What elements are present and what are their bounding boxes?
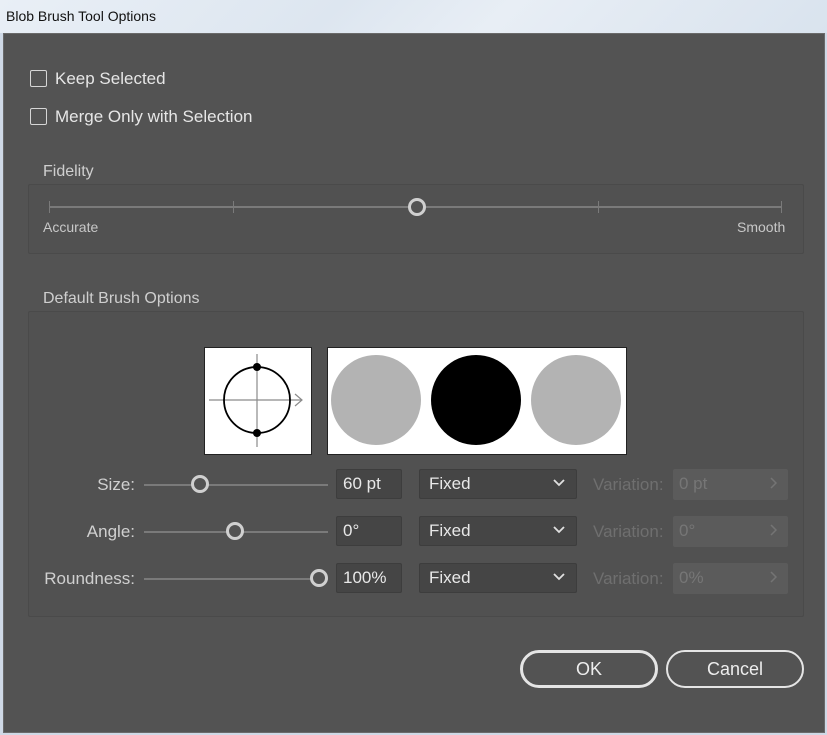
fidelity-tick [598, 201, 599, 213]
keep-selected-checkbox[interactable] [30, 70, 47, 87]
size-variation-label: Variation: [593, 475, 664, 494]
angle-variation-field: 0° [673, 516, 788, 547]
size-slider-track[interactable] [144, 484, 328, 486]
fidelity-tick [233, 201, 234, 213]
brush-max-circle [531, 355, 621, 445]
roundness-label: Roundness: [44, 569, 135, 588]
fidelity-min-label: Accurate [43, 219, 99, 235]
chevron-down-icon [552, 568, 566, 591]
brush-current-circle [431, 355, 521, 445]
size-input[interactable]: 60 pt [336, 469, 402, 499]
roundness-variation-value: 0% [679, 568, 704, 587]
roundness-slider-track[interactable] [144, 578, 328, 580]
fidelity-tick [781, 201, 782, 213]
dialog-body: Keep Selected Merge Only with Selection … [3, 33, 825, 733]
keep-selected-label[interactable]: Keep Selected [55, 69, 166, 89]
fidelity-slider-knob[interactable] [408, 198, 426, 216]
angle-variation-value: 0° [679, 521, 696, 540]
chevron-down-icon [552, 474, 566, 497]
fidelity-max-label: Smooth [737, 219, 786, 235]
merge-only-checkbox[interactable] [30, 108, 47, 125]
chevron-right-icon [768, 473, 778, 498]
chevron-right-icon [768, 520, 778, 545]
merge-only-label[interactable]: Merge Only with Selection [55, 107, 252, 127]
size-slider-knob[interactable] [191, 475, 209, 493]
roundness-mode-select[interactable]: Fixed [419, 563, 577, 593]
brush-options-title: Default Brush Options [43, 290, 200, 307]
roundness-slider-knob[interactable] [310, 569, 328, 587]
fidelity-tick [49, 201, 50, 213]
size-variation-value: 0 pt [679, 474, 708, 493]
cancel-button[interactable]: Cancel [666, 650, 804, 688]
fidelity-title: Fidelity [43, 163, 94, 180]
size-mode-value: Fixed [429, 474, 471, 493]
chevron-right-icon [768, 567, 778, 592]
fidelity-group [28, 184, 804, 254]
angle-mode-value: Fixed [429, 521, 471, 540]
roundness-variation-field: 0% [673, 563, 788, 594]
size-mode-select[interactable]: Fixed [419, 469, 577, 499]
window-title: Blob Brush Tool Options [6, 8, 156, 24]
brush-min-circle [331, 355, 421, 445]
size-label: Size: [97, 475, 135, 494]
angle-slider-knob[interactable] [226, 522, 244, 540]
brush-size-preview [327, 347, 627, 455]
angle-mode-select[interactable]: Fixed [419, 516, 577, 546]
brush-shape-icon [209, 354, 303, 447]
roundness-mode-value: Fixed [429, 568, 471, 587]
angle-input[interactable]: 0° [336, 516, 402, 546]
roundness-variation-label: Variation: [593, 569, 664, 588]
roundness-input[interactable]: 100% [336, 563, 402, 593]
title-bar: Blob Brush Tool Options [0, 0, 827, 33]
ok-button[interactable]: OK [520, 650, 658, 688]
angle-variation-label: Variation: [593, 522, 664, 541]
brush-angle-preview[interactable] [204, 347, 312, 455]
size-variation-field: 0 pt [673, 469, 788, 500]
angle-label: Angle: [86, 522, 135, 541]
chevron-down-icon [552, 521, 566, 544]
